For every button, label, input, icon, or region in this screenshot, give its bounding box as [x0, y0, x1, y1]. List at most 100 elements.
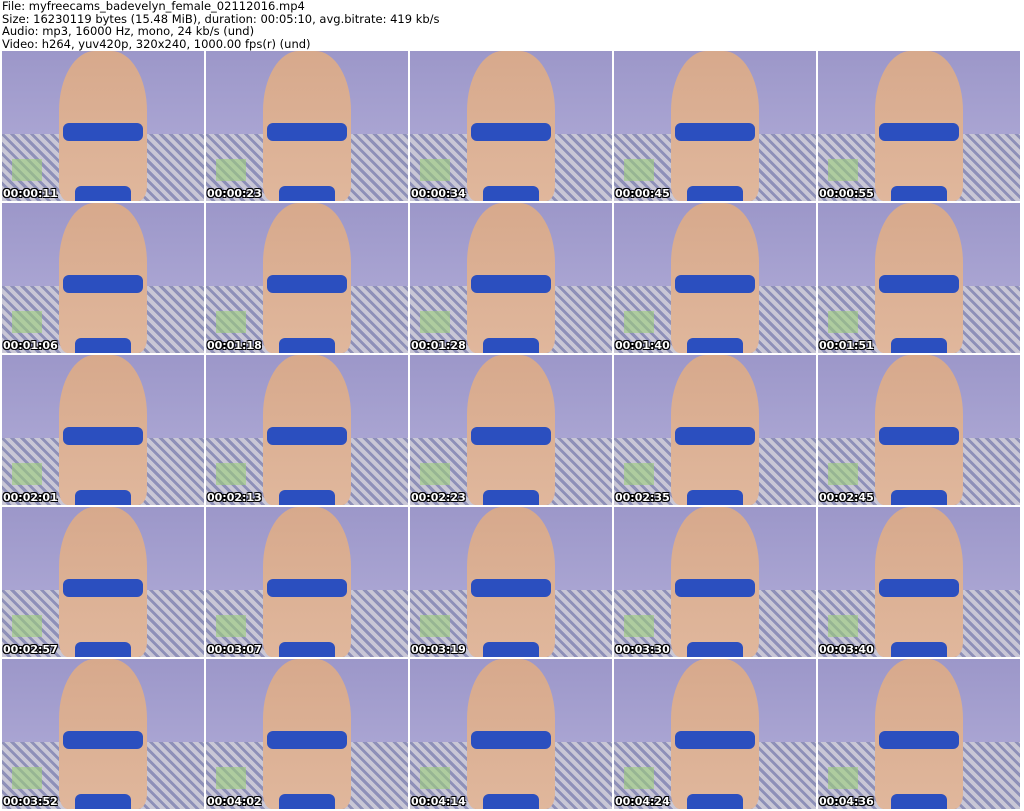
frame-detail: [266, 427, 348, 445]
video-thumbnail[interactable]: 00:00:23: [206, 51, 408, 201]
timestamp: 00:03:40: [819, 643, 874, 656]
timestamp: 00:00:23: [207, 187, 262, 200]
video-thumbnail[interactable]: 00:01:28: [410, 203, 612, 353]
watermark-logo: [12, 159, 42, 181]
frame-detail: [278, 642, 336, 657]
frame-detail: [278, 338, 336, 353]
frame-detail: [686, 490, 744, 505]
frame-detail: [878, 427, 960, 445]
video-thumbnail[interactable]: 00:01:51: [818, 203, 1020, 353]
frame-detail: [674, 731, 756, 749]
frame-detail: [74, 338, 132, 353]
video-thumbnail[interactable]: 00:00:34: [410, 51, 612, 201]
frame-detail: [278, 186, 336, 201]
file-info: File: myfreecams_badevelyn_female_021120…: [2, 0, 440, 50]
video-thumbnail[interactable]: 00:03:30: [614, 507, 816, 657]
watermark-logo: [828, 159, 858, 181]
timestamp: 00:04:24: [615, 795, 670, 808]
frame-detail: [266, 579, 348, 597]
frame-detail: [470, 731, 552, 749]
file-name: File: myfreecams_badevelyn_female_021120…: [2, 0, 305, 13]
frame-detail: [482, 186, 540, 201]
video-thumbnail[interactable]: 00:01:18: [206, 203, 408, 353]
video-thumbnail[interactable]: 00:02:57: [2, 507, 204, 657]
watermark-logo: [624, 159, 654, 181]
frame-detail: [470, 427, 552, 445]
frame-detail: [470, 123, 552, 141]
video-thumbnail[interactable]: 00:00:45: [614, 51, 816, 201]
frame-detail: [74, 642, 132, 657]
frame-detail: [890, 186, 948, 201]
watermark-logo: [828, 311, 858, 333]
timestamp: 00:02:35: [615, 491, 670, 504]
video-thumbnail[interactable]: 00:03:19: [410, 507, 612, 657]
video-thumbnail[interactable]: 00:02:13: [206, 355, 408, 505]
frame-detail: [266, 731, 348, 749]
video-thumbnail[interactable]: 00:04:24: [614, 659, 816, 809]
watermark-logo: [12, 767, 42, 789]
frame-detail: [890, 642, 948, 657]
watermark-logo: [216, 463, 246, 485]
timestamp: 00:01:51: [819, 339, 874, 352]
timestamp: 00:02:23: [411, 491, 466, 504]
video-thumbnail[interactable]: 00:04:36: [818, 659, 1020, 809]
watermark-logo: [12, 463, 42, 485]
video-thumbnail[interactable]: 00:04:14: [410, 659, 612, 809]
timestamp: 00:01:06: [3, 339, 58, 352]
video-thumbnail[interactable]: 00:02:01: [2, 355, 204, 505]
timestamp: 00:04:14: [411, 795, 466, 808]
frame-detail: [278, 490, 336, 505]
timestamp: 00:04:02: [207, 795, 262, 808]
frame-detail: [878, 731, 960, 749]
thumbnail-grid: 00:00:11 00:00:23 00:00:34 00:00:45 00:00:55…: [2, 51, 1020, 809]
frame-detail: [482, 338, 540, 353]
audio-info: Audio: mp3, 16000 Hz, mono, 24 kb/s (und…: [2, 24, 255, 38]
timestamp: 00:00:55: [819, 187, 874, 200]
watermark-logo: [624, 311, 654, 333]
timestamp: 00:02:13: [207, 491, 262, 504]
watermark-logo: [12, 311, 42, 333]
video-thumbnail[interactable]: 00:02:23: [410, 355, 612, 505]
timestamp: 00:02:01: [3, 491, 58, 504]
watermark-logo: [12, 615, 42, 637]
timestamp: 00:03:07: [207, 643, 262, 656]
frame-detail: [470, 275, 552, 293]
video-thumbnail[interactable]: 00:00:55: [818, 51, 1020, 201]
watermark-logo: [420, 463, 450, 485]
timestamp: 00:01:28: [411, 339, 466, 352]
timestamp: 00:02:57: [3, 643, 58, 656]
frame-detail: [674, 427, 756, 445]
watermark-logo: [828, 615, 858, 637]
timestamp: 00:01:18: [207, 339, 262, 352]
frame-detail: [674, 579, 756, 597]
video-thumbnail[interactable]: 00:03:52: [2, 659, 204, 809]
frame-detail: [266, 275, 348, 293]
video-thumbnail[interactable]: 00:02:45: [818, 355, 1020, 505]
timestamp: 00:03:30: [615, 643, 670, 656]
frame-detail: [62, 579, 144, 597]
timestamp: 00:00:11: [3, 187, 58, 200]
watermark-logo: [420, 767, 450, 789]
video-thumbnail[interactable]: 00:03:40: [818, 507, 1020, 657]
frame-detail: [878, 275, 960, 293]
frame-detail: [890, 338, 948, 353]
frame-detail: [74, 794, 132, 809]
video-thumbnail[interactable]: 00:00:11: [2, 51, 204, 201]
video-thumbnail[interactable]: 00:02:35: [614, 355, 816, 505]
watermark-logo: [624, 463, 654, 485]
watermark-logo: [216, 159, 246, 181]
timestamp: 00:04:36: [819, 795, 874, 808]
frame-detail: [878, 579, 960, 597]
video-thumbnail[interactable]: 00:01:06: [2, 203, 204, 353]
video-thumbnail[interactable]: 00:03:07: [206, 507, 408, 657]
timestamp: 00:03:52: [3, 795, 58, 808]
timestamp: 00:03:19: [411, 643, 466, 656]
frame-detail: [470, 579, 552, 597]
video-thumbnail[interactable]: 00:04:02: [206, 659, 408, 809]
video-thumbnail[interactable]: 00:01:40: [614, 203, 816, 353]
frame-detail: [62, 427, 144, 445]
frame-detail: [890, 490, 948, 505]
watermark-logo: [216, 311, 246, 333]
watermark-logo: [624, 615, 654, 637]
frame-detail: [278, 794, 336, 809]
